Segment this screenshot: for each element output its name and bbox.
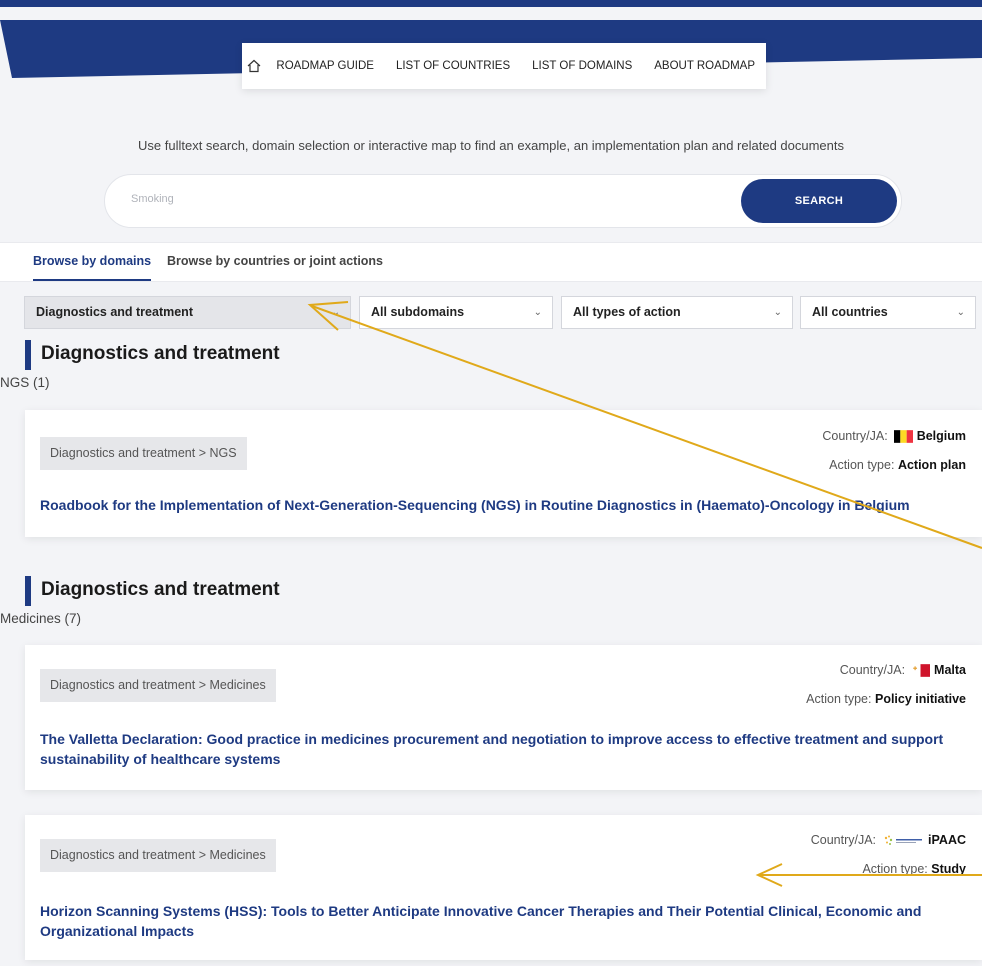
action-type-label: Action type: [862,862,928,876]
country-name[interactable]: iPAAC [928,833,966,847]
card-breadcrumb: Diagnostics and treatment > NGS [40,437,247,470]
card-breadcrumb: Diagnostics and treatment > Medicines [40,669,276,702]
subdomain-select[interactable]: All subdomains ⌄ [359,296,553,329]
action-type-select-value: All types of action [573,305,681,319]
card-title-link[interactable]: The Valletta Declaration: Good practice … [40,729,955,769]
nav-roadmap-guide[interactable]: ROADMAP GUIDE [265,43,385,89]
action-type-select[interactable]: All types of action ⌄ [561,296,793,329]
home-button[interactable] [242,43,265,89]
ipaac-logo-icon [884,835,923,845]
domain-select-value: Diagnostics and treatment [36,305,193,319]
result-card: Diagnostics and treatment > Medicines Co… [25,815,982,960]
country-label: Country/JA: [839,663,906,677]
search-button[interactable]: SEARCH [741,179,897,223]
card-breadcrumb: Diagnostics and treatment > Medicines [40,839,276,872]
browse-tabs: Browse by domains Browse by countries or… [0,242,982,282]
belgium-flag-icon [893,429,913,443]
home-icon [247,59,261,73]
card-country: Country/JA: Belgium [822,429,966,443]
search-input[interactable] [131,193,691,205]
card-action-type: Action type: Policy initiative [806,692,966,706]
action-type-label: Action type: [829,458,895,472]
chevron-down-icon: ⌄ [773,307,782,318]
section-subtitle: Medicines (7) [0,611,82,626]
section-subtitle: NGS (1) [0,375,50,390]
action-type-value: Study [931,862,966,876]
tab-browse-by-domains[interactable]: Browse by domains [33,243,152,281]
nav-list-of-countries[interactable]: LIST OF COUNTRIES [385,43,521,89]
result-card: Diagnostics and treatment > Medicines Co… [25,645,982,790]
result-card: Diagnostics and treatment > NGS Country/… [25,410,982,537]
country-name[interactable]: Malta [934,663,966,677]
card-title-link[interactable]: Roadbook for the Implementation of Next-… [40,495,955,515]
card-country: Country/JA: iPAAC [811,833,966,847]
country-select[interactable]: All countries ⌄ [800,296,976,329]
nav-list-of-domains[interactable]: LIST OF DOMAINS [521,43,643,89]
nav-about-roadmap[interactable]: ABOUT ROADMAP [643,43,766,89]
country-select-value: All countries [812,305,888,319]
subdomain-select-value: All subdomains [371,305,465,319]
card-title-link[interactable]: Horizon Scanning Systems (HSS): Tools to… [40,901,955,941]
country-label: Country/JA: [810,833,877,847]
intro-text: Use fulltext search, domain selection or… [138,138,844,153]
action-type-label: Action type: [806,692,872,706]
country-label: Country/JA: [822,429,888,443]
section-accent [25,576,31,606]
chevron-down-icon: ⌄ [331,307,340,318]
country-name[interactable]: Belgium [917,429,966,443]
search-bar: SEARCH [104,174,902,228]
section-title: Diagnostics and treatment [41,343,280,364]
section-accent [25,340,31,370]
domain-select[interactable]: Diagnostics and treatment ⌄ [24,296,351,329]
card-action-type: Action type: Study [862,862,966,876]
chevron-down-icon: ⌄ [956,307,965,318]
card-action-type: Action type: Action plan [829,458,966,472]
action-type-value: Action plan [897,458,966,472]
main-nav: ROADMAP GUIDE LIST OF COUNTRIES LIST OF … [242,43,766,89]
tab-browse-by-countries[interactable]: Browse by countries or joint actions [167,243,383,281]
card-country: Country/JA: Malta [840,663,966,677]
chevron-down-icon: ⌄ [533,307,542,318]
malta-flag-icon [911,663,931,677]
action-type-value: Policy initiative [874,692,966,706]
section-title: Diagnostics and treatment [41,579,280,600]
